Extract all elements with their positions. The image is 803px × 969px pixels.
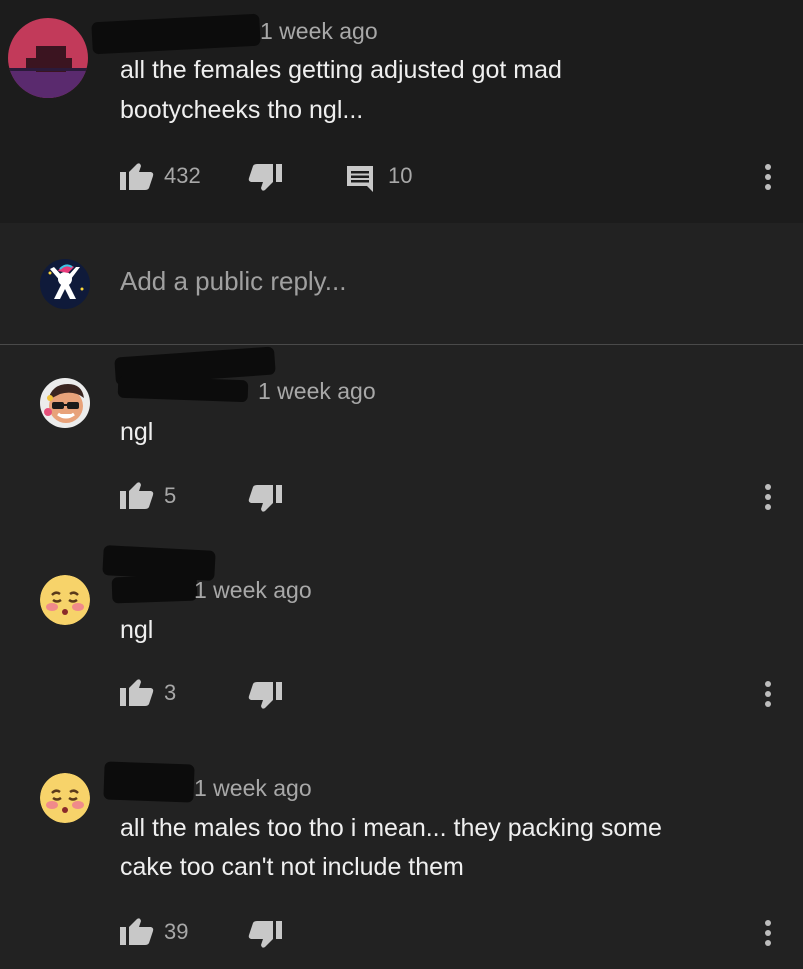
thumbs-down-icon [248, 485, 282, 513]
user-avatar [40, 259, 90, 309]
parent-reply-count: 10 [388, 163, 413, 188]
reply-text-line1: all the males too tho i mean... they pac… [120, 814, 662, 842]
parent-comment-time: 1 week ago [260, 18, 378, 44]
more-vert-icon [765, 164, 771, 170]
parent-dislike-button[interactable] [248, 164, 282, 192]
reply-like-button[interactable] [120, 481, 154, 509]
comment-icon [346, 165, 374, 193]
reply-text: ngl [120, 616, 154, 644]
more-vert-icon [765, 681, 771, 687]
reply-text-line2: cake too can't not include them [120, 853, 464, 881]
redacted-username [111, 574, 198, 604]
reply-more-button[interactable] [763, 484, 773, 514]
add-reply-input[interactable]: Add a public reply... [120, 266, 346, 297]
reply-more-button[interactable] [763, 681, 773, 711]
reply-time: 1 week ago [194, 775, 312, 801]
redacted-username [117, 375, 249, 403]
parent-comment-avatar[interactable] [8, 18, 88, 98]
reply-dislike-button[interactable] [248, 485, 282, 513]
more-vert-icon [765, 484, 771, 490]
redacted-username [103, 761, 195, 803]
parent-more-button[interactable] [763, 164, 773, 194]
reply-like-count: 5 [164, 483, 177, 508]
reply-avatar[interactable] [40, 773, 90, 823]
reply-like-count: 3 [164, 680, 177, 705]
reply-dislike-button[interactable] [248, 921, 282, 949]
reply-time: 1 week ago [194, 577, 312, 603]
thumbs-down-icon [248, 164, 282, 192]
reply-avatar[interactable] [40, 575, 90, 625]
parent-like-count: 432 [164, 163, 201, 188]
thumbs-up-icon [120, 162, 154, 190]
reply-like-count: 39 [164, 919, 189, 944]
reply-more-button[interactable] [763, 920, 773, 950]
parent-reply-button[interactable] [346, 165, 374, 193]
thumbs-down-icon [248, 921, 282, 949]
thumbs-up-icon [120, 678, 154, 706]
reply-time: 1 week ago [258, 378, 376, 404]
thumbs-up-icon [120, 481, 154, 509]
more-vert-icon [765, 920, 771, 926]
reply-dislike-button[interactable] [248, 682, 282, 710]
thumbs-up-icon [120, 917, 154, 945]
divider [0, 344, 803, 345]
thumbs-down-icon [248, 682, 282, 710]
parent-comment-text-line2: bootycheeks tho ngl... [120, 96, 364, 124]
reply-like-button[interactable] [120, 678, 154, 706]
reply-like-button[interactable] [120, 917, 154, 945]
reply-text: ngl [120, 418, 154, 446]
parent-like-button[interactable] [120, 162, 154, 190]
reply-avatar[interactable] [40, 378, 90, 428]
parent-comment-text-line1: all the females getting adjusted got mad [120, 56, 562, 84]
